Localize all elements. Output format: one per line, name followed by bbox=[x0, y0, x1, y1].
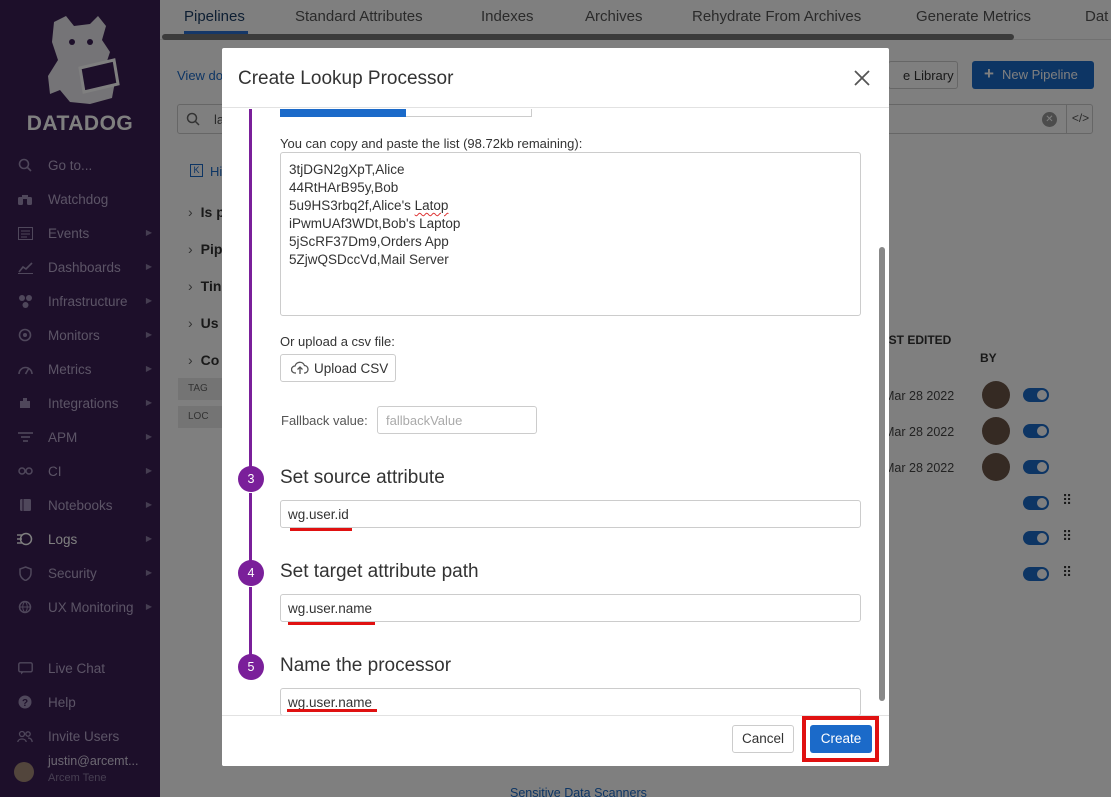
step-connector bbox=[249, 109, 252, 467]
step-number: 3 bbox=[238, 466, 264, 492]
mapping-line: 5ZjwQSDccVd,Mail Server bbox=[289, 252, 449, 267]
mapping-line: 5jScRF37Dm9,Orders App bbox=[289, 234, 449, 249]
upload-csv-label: Or upload a csv file: bbox=[280, 334, 395, 349]
mapping-line: iPwmUAf3WDt,Bob's Laptop bbox=[289, 216, 461, 231]
spellcheck-misspelling: Latop bbox=[414, 198, 449, 213]
create-lookup-processor-dialog: Create Lookup Processor You can copy and… bbox=[222, 48, 889, 766]
step-number: 5 bbox=[238, 654, 264, 680]
step-connector bbox=[249, 493, 252, 561]
modal-title: Create Lookup Processor bbox=[238, 68, 454, 89]
step-number: 4 bbox=[238, 560, 264, 586]
modal-header: Create Lookup Processor bbox=[222, 48, 889, 108]
cloud-upload-icon bbox=[290, 361, 309, 378]
upload-csv-button[interactable]: Upload CSV bbox=[280, 354, 396, 382]
target-attribute-input[interactable]: wg.user.name bbox=[280, 594, 861, 622]
close-icon[interactable] bbox=[852, 68, 872, 88]
fallback-value-input[interactable] bbox=[377, 406, 537, 434]
mapping-source-option-active[interactable] bbox=[280, 109, 406, 117]
fallback-label: Fallback value: bbox=[281, 413, 368, 428]
step-title: Set target attribute path bbox=[280, 561, 479, 582]
modal-footer: Cancel Create bbox=[222, 715, 889, 766]
step-title: Set source attribute bbox=[280, 467, 445, 488]
modal-body: You can copy and paste the list (98.72kb… bbox=[222, 109, 889, 715]
mapping-line: 5u9HS3rbq2f,Alice's Latop bbox=[289, 197, 852, 215]
annotation-underline bbox=[287, 709, 377, 712]
source-attribute-input[interactable]: wg.user.id bbox=[280, 500, 861, 528]
upload-csv-label: Upload CSV bbox=[314, 361, 389, 376]
create-button-highlight bbox=[802, 716, 879, 762]
step-connector bbox=[249, 587, 252, 655]
modal-scrollbar-thumb[interactable] bbox=[879, 247, 885, 701]
step-title: Name the processor bbox=[280, 655, 452, 676]
cancel-button[interactable]: Cancel bbox=[732, 725, 794, 753]
mapping-table-input[interactable]: 3tjDGN2gXpT,Alice 44RtHArB95y,Bob 5u9HS3… bbox=[280, 152, 861, 316]
annotation-underline bbox=[288, 622, 375, 625]
mapping-line-text: 5u9HS3rbq2f,Alice's Latop bbox=[289, 198, 449, 213]
mapping-line: 3tjDGN2gXpT,Alice bbox=[289, 162, 405, 177]
mapping-line: 44RtHArB95y,Bob bbox=[289, 180, 399, 195]
copy-paste-label: You can copy and paste the list (98.72kb… bbox=[280, 136, 583, 151]
annotation-underline bbox=[290, 528, 352, 531]
